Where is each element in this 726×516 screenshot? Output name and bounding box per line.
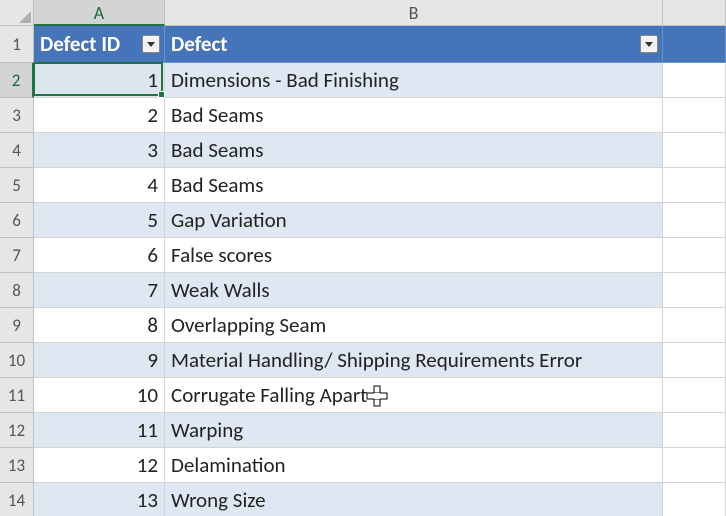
cell-defect[interactable]: Material Handling/ Shipping Requirements… <box>165 343 663 378</box>
cell-defect[interactable]: Bad Seams <box>165 98 663 133</box>
row-header-5[interactable]: 5 <box>0 168 34 203</box>
row-header-10[interactable]: 10 <box>0 343 34 378</box>
chevron-down-icon <box>146 39 156 49</box>
column-header-extra[interactable] <box>663 0 726 26</box>
cell-defect[interactable]: Warping <box>165 413 663 448</box>
cell-empty[interactable] <box>663 483 726 516</box>
table-header-label: Defect <box>171 31 228 57</box>
cell-empty[interactable] <box>663 168 726 203</box>
cell-empty[interactable] <box>663 343 726 378</box>
cell-empty[interactable] <box>663 273 726 308</box>
row-header-8[interactable]: 8 <box>0 273 34 308</box>
cell-defect[interactable]: Overlapping Seam <box>165 308 663 343</box>
column-header-B[interactable]: B <box>165 0 663 26</box>
select-all-corner[interactable] <box>0 0 34 26</box>
row-header-12[interactable]: 12 <box>0 413 34 448</box>
cell-defect-id[interactable]: 12 <box>34 448 165 483</box>
cell-defect-id[interactable]: 3 <box>34 133 165 168</box>
cell-defect-id[interactable]: 10 <box>34 378 165 413</box>
cell-empty[interactable] <box>663 203 726 238</box>
cell-defect-id[interactable]: 9 <box>34 343 165 378</box>
cell-empty[interactable] <box>663 133 726 168</box>
cell-empty[interactable] <box>663 238 726 273</box>
row-header-9[interactable]: 9 <box>0 308 34 343</box>
cell-defect-id[interactable]: 13 <box>34 483 165 516</box>
cell-empty[interactable] <box>663 448 726 483</box>
row-header-13[interactable]: 13 <box>0 448 34 483</box>
cell-defect-id[interactable]: 5 <box>34 203 165 238</box>
cell-defect[interactable]: Wrong Size <box>165 483 663 516</box>
filter-button[interactable] <box>640 35 658 53</box>
cell-defect-id[interactable]: 7 <box>34 273 165 308</box>
cell-empty[interactable] <box>663 26 726 63</box>
cell-defect-id[interactable]: 8 <box>34 308 165 343</box>
column-header-A[interactable]: A <box>34 0 165 26</box>
row-header-1[interactable]: 1 <box>0 26 34 63</box>
cell-defect[interactable]: Weak Walls <box>165 273 663 308</box>
cell-defect-id[interactable]: 6 <box>34 238 165 273</box>
cell-defect[interactable]: Delamination <box>165 448 663 483</box>
cell-defect-id[interactable]: 4 <box>34 168 165 203</box>
cell-defect[interactable]: Bad Seams <box>165 133 663 168</box>
cell-defect[interactable]: Corrugate Falling Apart <box>165 378 663 413</box>
table-header-label: Defect ID <box>40 31 120 57</box>
cell-empty[interactable] <box>663 378 726 413</box>
cell-defect-id[interactable]: 2 <box>34 98 165 133</box>
row-header-6[interactable]: 6 <box>0 203 34 238</box>
row-header-3[interactable]: 3 <box>0 98 34 133</box>
table-header-defect-id[interactable]: Defect ID <box>34 26 165 63</box>
row-header-4[interactable]: 4 <box>0 133 34 168</box>
row-header-14[interactable]: 14 <box>0 483 34 516</box>
cell-defect[interactable]: False scores <box>165 238 663 273</box>
cell-empty[interactable] <box>663 63 726 98</box>
row-header-7[interactable]: 7 <box>0 238 34 273</box>
row-header-11[interactable]: 11 <box>0 378 34 413</box>
cell-defect-id[interactable]: 1 <box>34 63 165 98</box>
cell-defect-id[interactable]: 11 <box>34 413 165 448</box>
cell-defect[interactable]: Gap Variation <box>165 203 663 238</box>
cell-empty[interactable] <box>663 413 726 448</box>
select-all-triangle-icon <box>19 11 31 23</box>
cell-empty[interactable] <box>663 308 726 343</box>
chevron-down-icon <box>644 39 654 49</box>
row-header-2[interactable]: 2 <box>0 63 34 98</box>
cell-defect[interactable]: Dimensions - Bad Finishing <box>165 63 663 98</box>
cell-empty[interactable] <box>663 98 726 133</box>
table-header-defect[interactable]: Defect <box>165 26 663 63</box>
filter-button[interactable] <box>142 35 160 53</box>
cell-defect[interactable]: Bad Seams <box>165 168 663 203</box>
